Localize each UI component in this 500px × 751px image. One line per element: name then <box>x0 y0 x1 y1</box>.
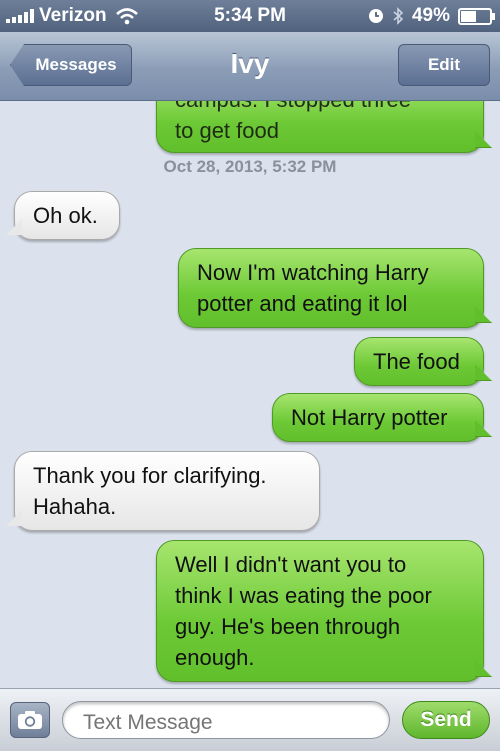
message-bubble-received[interactable]: Oh ok. <box>14 191 120 240</box>
message-text-line: campus. I stopped three <box>175 101 465 115</box>
status-indicators: 49% <box>368 5 495 27</box>
message-text: The food <box>373 349 460 374</box>
message-text-line: to get food <box>175 118 279 143</box>
status-bar: Verizon 5:34 PM 49% <box>0 0 500 32</box>
message-timestamp: Oct 28, 2013, 5:32 PM <box>163 157 337 176</box>
battery-icon <box>458 7 495 25</box>
message-text-line: think I was eating the poor <box>175 583 432 608</box>
battery-percent: 49% <box>411 5 450 26</box>
message-bubble-sent[interactable]: The food <box>354 337 484 386</box>
message-input[interactable] <box>62 701 390 739</box>
battery-level <box>461 10 476 22</box>
message-text-line: guy. He's been through <box>175 614 401 639</box>
camera-button[interactable] <box>10 702 50 738</box>
message-bubble-sent[interactable]: Not Harry potter <box>272 393 484 442</box>
message-thread[interactable]: campus. I stopped three to get food Oct … <box>0 101 500 688</box>
message-text-line: enough. <box>175 645 255 670</box>
message-text: Not Harry potter <box>291 405 448 430</box>
navigation-bar: Messages Ivy Edit <box>0 32 500 101</box>
compose-bar: Send <box>0 688 500 751</box>
message-text-line: Now I'm watching Harry <box>197 260 429 285</box>
message-text-line: potter and eating it lol <box>197 291 408 316</box>
camera-icon <box>18 711 42 729</box>
edit-button[interactable]: Edit <box>398 44 490 86</box>
send-button[interactable]: Send <box>402 701 490 739</box>
message-bubble-received[interactable]: Thank you for clarifying. Hahaha. <box>14 451 320 531</box>
message-text-line: Well I didn't want you to <box>175 552 407 577</box>
message-bubble-sent[interactable]: Now I'm watching Harry potter and eating… <box>178 248 484 328</box>
message-text-line: Hahaha. <box>33 494 117 519</box>
message-bubble-sent[interactable]: campus. I stopped three to get food <box>156 101 484 153</box>
message-text-line: Thank you for clarifying. <box>33 463 267 488</box>
bluetooth-icon <box>393 7 404 25</box>
message-bubble-sent[interactable]: Well I didn't want you to think I was ea… <box>156 540 484 682</box>
alarm-clock-icon <box>368 9 383 23</box>
message-text: Oh ok. <box>33 203 98 228</box>
